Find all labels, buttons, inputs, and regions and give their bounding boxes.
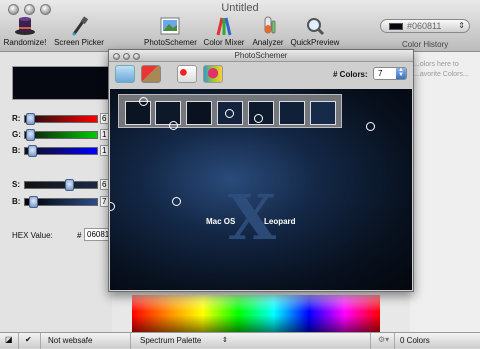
separator <box>370 333 371 349</box>
favorites-pane[interactable] <box>410 52 480 332</box>
photoschemer-button[interactable]: PhotoSchemer <box>144 16 197 47</box>
swatch-6[interactable] <box>279 101 305 125</box>
num-colors-value: 7 <box>378 69 383 78</box>
blue-slider[interactable] <box>24 145 98 157</box>
red-slider-knob[interactable] <box>26 113 35 125</box>
dice-icon[interactable] <box>177 65 197 83</box>
title-bar: Untitled Randomize! Screen Picker PhotoS… <box>0 0 480 52</box>
hex-hash: # <box>77 231 82 240</box>
saturation-slider-knob[interactable] <box>65 179 74 191</box>
photoschemer-panel: PhotoSchemer # Colors: 7 ▲ ▼ X Mac OS Leo… <box>108 49 414 292</box>
chevron-updown-icon: ⇕ <box>458 21 465 30</box>
open-folder-icon[interactable] <box>115 65 135 83</box>
eyedropper-icon <box>72 16 89 36</box>
sample-marker[interactable] <box>110 202 115 211</box>
hex-label: HEX Value: <box>12 231 53 240</box>
window-title: Untitled <box>221 2 259 14</box>
test-tube-icon <box>264 16 276 34</box>
favorites-hint: ...olors here to ...avorite Colors... <box>414 61 469 78</box>
history-value: #060811 <box>407 21 442 31</box>
color-mixer-label: Color Mixer <box>203 38 245 47</box>
randomize-button[interactable]: Randomize! <box>2 16 48 47</box>
current-color-swatch <box>12 66 112 100</box>
bottom-bar: ◪ ✔ Not websafe Spectrum Palette ⇕ ⚙▾ 0 … <box>0 332 480 349</box>
photoschemer-title-bar: PhotoSchemer <box>109 50 413 62</box>
separator <box>18 333 19 349</box>
quickpreview-button[interactable]: QuickPreview <box>290 16 340 47</box>
history-swatch <box>389 23 403 30</box>
randomize-label: Randomize! <box>3 38 47 47</box>
magnifier-icon <box>307 18 325 36</box>
chevron-updown-icon: ▲ ▼ <box>396 67 406 79</box>
websafe-status: Not websafe <box>48 336 93 345</box>
main-window: Untitled Randomize! Screen Picker PhotoS… <box>0 0 480 349</box>
palette-select[interactable]: Spectrum Palette <box>140 336 201 345</box>
photoschemer-title: PhotoSchemer <box>234 51 288 60</box>
wallpaper-text-right: Leopard <box>264 217 296 226</box>
analyzer-button[interactable]: Analyzer <box>250 16 286 47</box>
gear-icon[interactable]: ⚙▾ <box>378 335 389 344</box>
screen-picker-label: Screen Picker <box>54 38 104 47</box>
color-history-select[interactable]: #060811 ⇕ <box>380 19 470 33</box>
photo-preview[interactable]: X Mac OS Leopard ▪ ───────── <box>110 89 412 290</box>
photo-icon <box>160 17 180 35</box>
green-label: G: <box>12 130 21 139</box>
num-colors-select[interactable]: 7 ▲ ▼ <box>373 67 407 80</box>
separator <box>130 333 131 349</box>
brightness-label: B: <box>12 197 21 206</box>
image-picker-icon[interactable] <box>141 65 161 83</box>
swatch-3[interactable] <box>186 101 212 125</box>
swatch-7[interactable] <box>310 101 336 125</box>
saturation-slider[interactable] <box>24 179 98 191</box>
photoschemer-label: PhotoSchemer <box>144 38 197 47</box>
sample-marker[interactable] <box>169 121 178 130</box>
pencils-icon <box>216 17 232 36</box>
analyzer-label: Analyzer <box>252 38 284 47</box>
websafe-toggle-icon[interactable]: ◪ <box>5 335 13 344</box>
spectrum-palette[interactable] <box>132 295 380 332</box>
sample-marker[interactable] <box>366 122 375 131</box>
sample-marker[interactable] <box>172 197 181 206</box>
blue-label: B: <box>12 146 21 155</box>
add-favorite-icon[interactable] <box>203 65 223 83</box>
color-count: 0 Colors <box>400 336 430 345</box>
brightness-slider-knob[interactable] <box>29 196 38 208</box>
swatch-2[interactable] <box>155 101 181 125</box>
color-history-label: Color History <box>402 40 449 49</box>
blue-slider-knob[interactable] <box>28 145 37 157</box>
num-colors-label: # Colors: <box>333 70 368 79</box>
quickpreview-label: QuickPreview <box>290 38 340 47</box>
sample-marker[interactable] <box>254 114 263 123</box>
green-slider-knob[interactable] <box>26 129 35 141</box>
checkmark-icon[interactable]: ✔ <box>25 335 32 344</box>
swatch-1[interactable] <box>125 101 151 125</box>
color-mixer-button[interactable]: Color Mixer <box>200 16 248 47</box>
red-label: R: <box>12 114 21 123</box>
sample-marker[interactable] <box>139 97 148 106</box>
sample-marker[interactable] <box>225 109 234 118</box>
green-slider[interactable] <box>24 129 98 141</box>
screen-picker-button[interactable]: Screen Picker <box>54 16 104 47</box>
magic-hat-icon <box>15 17 35 35</box>
saturation-label: S: <box>12 180 20 189</box>
brightness-slider[interactable] <box>24 196 98 208</box>
red-slider[interactable] <box>24 113 98 125</box>
separator <box>394 333 395 349</box>
wallpaper-text-left: Mac OS <box>206 217 236 226</box>
palette-chevron-icon[interactable]: ⇕ <box>222 336 228 344</box>
separator <box>40 333 41 349</box>
